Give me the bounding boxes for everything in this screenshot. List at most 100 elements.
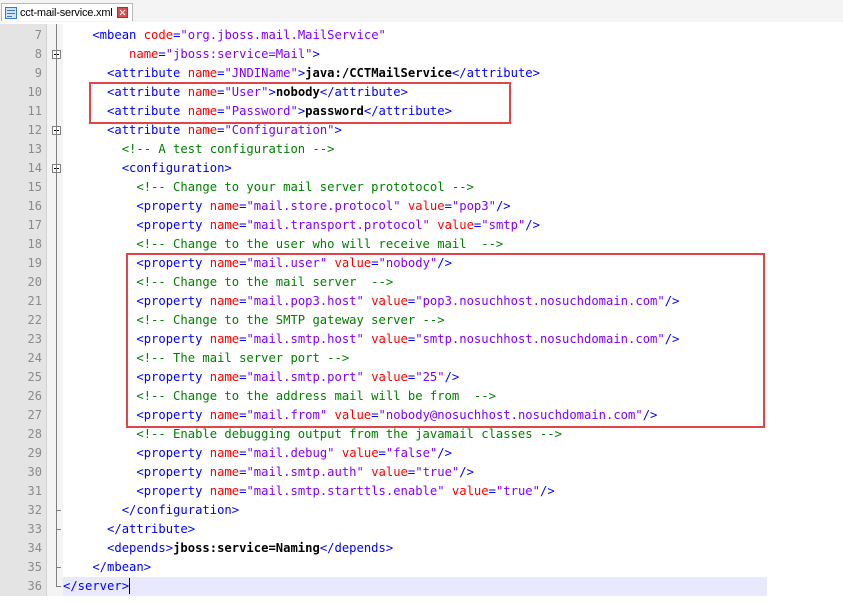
line-number: 30 xyxy=(27,465,42,479)
line-number: 35 xyxy=(27,560,42,574)
code-token: name xyxy=(187,123,218,137)
line-number: 29 xyxy=(27,446,42,460)
code-token: </attribute> xyxy=(63,522,196,536)
text-cursor xyxy=(128,578,130,594)
code-line[interactable]: <property name="mail.transport.protocol"… xyxy=(63,216,540,235)
code-line[interactable]: </mbean> xyxy=(63,558,151,577)
code-token: value xyxy=(371,465,408,479)
close-icon[interactable] xyxy=(116,7,128,18)
code-token: > xyxy=(312,47,320,61)
code-token: <property xyxy=(63,465,210,479)
line-number: 36 xyxy=(27,579,42,593)
code-token: </attribute> xyxy=(451,66,540,80)
code-token: name xyxy=(209,218,240,232)
code-line[interactable]: </server> xyxy=(63,577,129,596)
line-number: 16 xyxy=(27,199,42,213)
code-token: /> xyxy=(437,446,452,460)
code-token: = xyxy=(158,47,166,61)
code-line[interactable]: <mbean code="org.jboss.mail.MailService" xyxy=(63,26,386,45)
fold-guide-line xyxy=(56,24,57,586)
line-number: 20 xyxy=(27,275,42,289)
code-token: <property xyxy=(63,199,210,213)
code-token: "true" xyxy=(495,484,540,498)
fold-end-tick xyxy=(56,529,61,530)
code-token: <attribute xyxy=(63,66,188,80)
code-line[interactable]: </configuration> xyxy=(63,501,239,520)
code-token: value xyxy=(437,218,474,232)
code-token: = xyxy=(488,484,496,498)
line-number: 9 xyxy=(34,66,42,80)
code-token: /> xyxy=(495,199,511,213)
code-line[interactable]: <property name = "mail.smtp.starttls.enabl… xyxy=(63,482,554,501)
line-number: 18 xyxy=(27,237,42,251)
line-number: 26 xyxy=(27,389,42,403)
line-number: 28 xyxy=(27,427,42,441)
code-line[interactable]: <property name="mail.debug" value="false… xyxy=(63,444,452,463)
code-token: <property xyxy=(63,446,210,460)
code-token: "mail.debug" xyxy=(246,446,335,460)
code-token: "true" xyxy=(415,465,460,479)
code-line[interactable]: name="jboss:service=Mail"> xyxy=(63,45,320,64)
code-token: "JNDIName" xyxy=(224,66,298,80)
code-token: "mail.smtp.auth" xyxy=(246,465,364,479)
line-number: 8 xyxy=(34,47,42,61)
code-token: name xyxy=(209,484,240,498)
line-number: 19 xyxy=(27,256,42,270)
code-token: "mail.smtp.starttls.enable" xyxy=(246,484,445,498)
code-editor[interactable]: <mbean code="org.jboss.mail.MailService"… xyxy=(0,24,843,596)
code-token: "false" xyxy=(385,446,438,460)
line-number: 15 xyxy=(27,180,42,194)
line-number: 12 xyxy=(27,123,42,137)
code-line[interactable]: <!-- Change to your mail server prototoc… xyxy=(63,178,474,197)
code-line[interactable]: <configuration> xyxy=(63,159,232,178)
code-line[interactable]: <!-- Change to the user who will receive… xyxy=(63,235,503,254)
line-number: 21 xyxy=(27,294,42,308)
code-token: name xyxy=(187,66,218,80)
code-token: /> xyxy=(459,465,474,479)
line-number: 34 xyxy=(27,541,42,555)
code-token: name xyxy=(209,199,240,213)
line-number: 7 xyxy=(34,28,42,42)
fold-end-tick xyxy=(56,586,61,587)
code-token: name xyxy=(129,47,159,61)
line-number: 23 xyxy=(27,332,42,346)
code-line[interactable]: </attribute> xyxy=(63,520,195,539)
code-token: = xyxy=(444,199,452,213)
code-token: <property xyxy=(63,484,210,498)
code-token: "smtp" xyxy=(481,218,526,232)
code-line[interactable]: <depends>jboss:service=Naming</depends> xyxy=(63,539,393,558)
tab-label: cct-mail-service.xml xyxy=(20,6,113,19)
tab-cct-mail-service[interactable]: cct-mail-service.xml xyxy=(1,3,133,21)
code-token: value xyxy=(341,446,379,460)
code-line[interactable]: <attribute name="JNDIName">java:/CCTMail… xyxy=(63,64,540,83)
line-number: 14 xyxy=(27,161,42,175)
code-token: = xyxy=(378,446,386,460)
xml-file-icon xyxy=(5,6,17,19)
code-token: name xyxy=(209,446,240,460)
code-line[interactable]: <property name="mail.smtp.auth" value="t… xyxy=(63,463,474,482)
code-token: name xyxy=(209,465,240,479)
code-token: <attribute xyxy=(63,123,188,137)
code-token: "org.jboss.mail.MailService" xyxy=(180,28,386,42)
line-number: 13 xyxy=(27,142,42,156)
line-number: 32 xyxy=(27,503,42,517)
code-token: <mbean xyxy=(63,28,144,42)
code-token: <configuration> xyxy=(63,161,232,175)
code-token: </depends> xyxy=(319,541,394,555)
code-token: <!-- Change to the user who will receive… xyxy=(63,237,504,251)
code-token: > xyxy=(334,123,342,137)
highlight-box-credentials xyxy=(89,82,511,124)
code-token: value xyxy=(407,199,445,213)
code-token: </configuration> xyxy=(63,503,240,517)
line-number: 10 xyxy=(27,85,42,99)
code-token: </mbean> xyxy=(63,560,152,574)
tab-bar: cct-mail-service.xml xyxy=(0,0,843,22)
code-line[interactable]: <!-- A test configuration --> xyxy=(63,140,335,159)
code-line[interactable]: <property name = "mail.store.protocol" val… xyxy=(63,197,511,216)
code-token: "mail.transport.protocol" xyxy=(246,218,430,232)
status-area xyxy=(0,596,843,603)
